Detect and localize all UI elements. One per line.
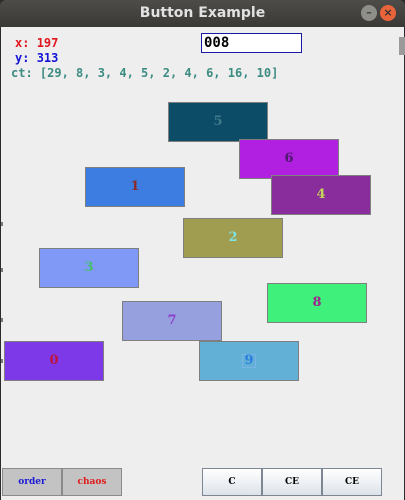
window-content: x: 197 y: 313 ct: [29, 8, 3, 4, 5, 2, 4,… — [1, 27, 405, 500]
x-label: x: — [15, 36, 30, 50]
counter-field[interactable]: 008 — [201, 33, 302, 53]
block-button-1[interactable]: 1 — [85, 167, 185, 207]
ce-button-2[interactable]: CE — [322, 468, 382, 496]
order-label: order — [18, 477, 46, 487]
block-label: 6 — [284, 151, 294, 166]
ce-label-2: CE — [344, 477, 360, 487]
block-label: 1 — [130, 179, 140, 194]
block-label: 9 — [242, 353, 256, 368]
ce-label: CE — [284, 477, 300, 487]
close-icon[interactable]: × — [380, 5, 396, 21]
block-label: 8 — [312, 295, 322, 310]
window-title: Button Example — [139, 5, 266, 21]
chaos-label: chaos — [77, 477, 107, 487]
minimize-icon[interactable]: – — [361, 5, 377, 21]
x-value: 197 — [36, 36, 59, 50]
block-button-4[interactable]: 4 — [271, 175, 371, 215]
title-bar: Button Example – × — [0, 0, 405, 27]
block-button-9[interactable]: 9 — [199, 341, 299, 381]
y-readout: y: 313 — [15, 51, 58, 65]
block-button-3[interactable]: 3 — [39, 248, 139, 288]
ce-button[interactable]: CE — [262, 468, 322, 496]
block-label: 0 — [49, 353, 59, 368]
block-button-5[interactable]: 5 — [168, 102, 268, 142]
y-label: y: — [15, 51, 30, 65]
y-value: 313 — [36, 51, 59, 65]
edge-marker — [1, 222, 3, 226]
edge-marker — [1, 359, 3, 363]
block-button-2[interactable]: 2 — [183, 218, 283, 258]
block-label: 2 — [228, 230, 238, 245]
edge-marker — [1, 318, 3, 322]
x-readout: x: 197 — [15, 36, 58, 50]
block-button-8[interactable]: 8 — [267, 283, 367, 323]
order-button[interactable]: order — [2, 468, 62, 496]
block-label: 5 — [213, 114, 223, 129]
block-button-0[interactable]: 0 — [4, 341, 104, 381]
block-label: 4 — [316, 187, 326, 202]
c-button[interactable]: C — [202, 468, 262, 496]
block-label: 7 — [167, 313, 177, 328]
chaos-button[interactable]: chaos — [62, 468, 122, 496]
ct-readout: ct: [29, 8, 3, 4, 5, 2, 4, 6, 16, 10] — [11, 66, 279, 80]
c-label: C — [228, 477, 236, 487]
block-button-7[interactable]: 7 — [122, 301, 222, 341]
block-label: 3 — [84, 260, 94, 275]
edge-marker — [1, 268, 3, 272]
block-button-6[interactable]: 6 — [239, 139, 339, 179]
side-scroll-handle — [399, 37, 405, 55]
